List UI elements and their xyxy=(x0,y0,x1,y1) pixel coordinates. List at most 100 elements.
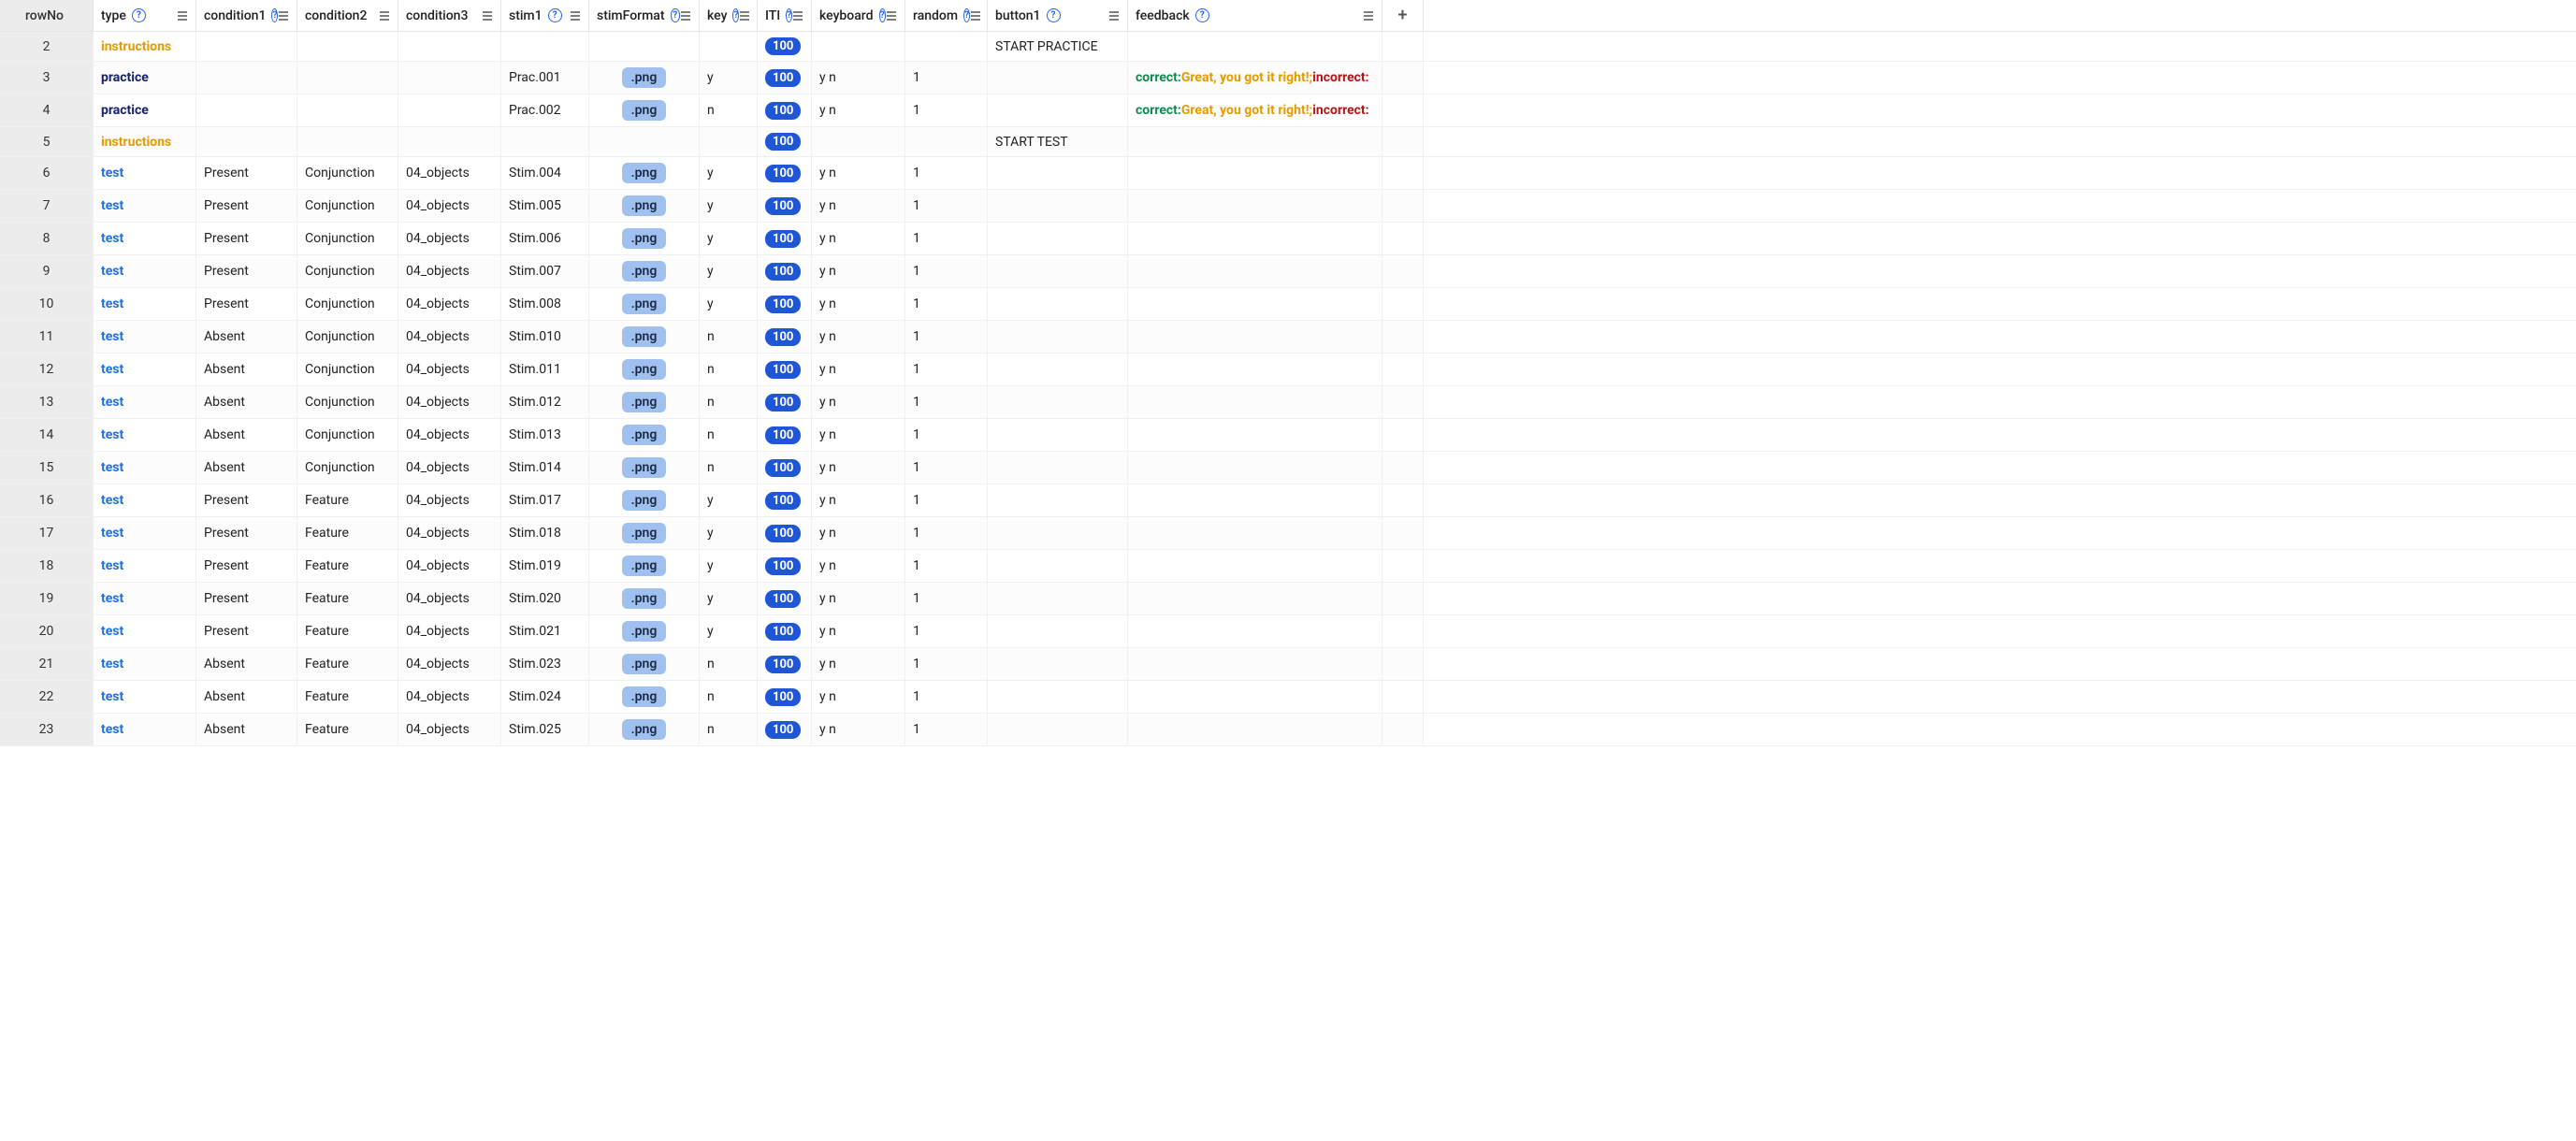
header-condition1[interactable]: condition1 ? xyxy=(196,0,297,31)
cell-keyboard[interactable] xyxy=(812,32,905,61)
table-row[interactable]: 7testPresentConjunction04_objectsStim.00… xyxy=(0,190,2576,223)
cell-type[interactable]: test xyxy=(94,550,196,582)
cell-trailing[interactable] xyxy=(1382,648,1424,680)
cell-key[interactable]: y xyxy=(700,615,758,647)
cell-iti[interactable]: 100 xyxy=(758,32,812,61)
cell-feedback[interactable] xyxy=(1128,648,1382,680)
cell-keyboard[interactable]: y n xyxy=(812,517,905,549)
cell-stim1[interactable]: Stim.007 xyxy=(501,255,589,287)
cell-condition2[interactable]: Conjunction xyxy=(297,255,398,287)
cell-rowno[interactable]: 5 xyxy=(0,127,94,156)
cell-stimformat[interactable]: .png xyxy=(589,255,700,287)
cell-feedback[interactable] xyxy=(1128,681,1382,713)
cell-rowno[interactable]: 21 xyxy=(0,648,94,680)
table-row[interactable]: 20testPresentFeature04_objectsStim.021.p… xyxy=(0,615,2576,648)
cell-keyboard[interactable]: y n xyxy=(812,386,905,418)
cell-iti[interactable]: 100 xyxy=(758,517,812,549)
column-menu-icon[interactable] xyxy=(680,10,691,22)
help-icon[interactable]: ? xyxy=(1195,8,1209,22)
cell-feedback[interactable] xyxy=(1128,157,1382,189)
help-icon[interactable]: ? xyxy=(879,8,887,22)
cell-key[interactable]: n xyxy=(700,354,758,385)
cell-condition3[interactable]: 04_objects xyxy=(398,452,501,484)
cell-type[interactable]: test xyxy=(94,681,196,713)
cell-rowno[interactable]: 16 xyxy=(0,484,94,516)
cell-random[interactable]: 1 xyxy=(905,419,988,451)
cell-key[interactable] xyxy=(700,127,758,156)
cell-rowno[interactable]: 19 xyxy=(0,583,94,614)
cell-key[interactable]: y xyxy=(700,255,758,287)
cell-button1[interactable] xyxy=(988,288,1128,320)
cell-rowno[interactable]: 23 xyxy=(0,714,94,745)
cell-stim1[interactable]: Stim.021 xyxy=(501,615,589,647)
cell-trailing[interactable] xyxy=(1382,681,1424,713)
column-menu-icon[interactable] xyxy=(970,10,981,22)
cell-random[interactable]: 1 xyxy=(905,94,988,126)
cell-feedback[interactable] xyxy=(1128,223,1382,254)
cell-key[interactable]: n xyxy=(700,681,758,713)
cell-rowno[interactable]: 2 xyxy=(0,32,94,61)
cell-type[interactable]: test xyxy=(94,419,196,451)
cell-condition2[interactable]: Feature xyxy=(297,615,398,647)
header-iti[interactable]: ITI ? xyxy=(758,0,812,31)
header-random[interactable]: random ? xyxy=(905,0,988,31)
table-row[interactable]: 4practicePrac.002.pngn100y n1correct:Gre… xyxy=(0,94,2576,127)
cell-keyboard[interactable]: y n xyxy=(812,94,905,126)
cell-stim1[interactable]: Stim.011 xyxy=(501,354,589,385)
cell-button1[interactable] xyxy=(988,321,1128,353)
cell-stim1[interactable]: Stim.024 xyxy=(501,681,589,713)
help-icon[interactable]: ? xyxy=(732,8,739,22)
cell-stim1[interactable]: Stim.023 xyxy=(501,648,589,680)
cell-keyboard[interactable]: y n xyxy=(812,419,905,451)
cell-type[interactable]: instructions xyxy=(94,127,196,156)
cell-stim1[interactable] xyxy=(501,127,589,156)
cell-button1[interactable]: START PRACTICE xyxy=(988,32,1128,61)
cell-button1[interactable] xyxy=(988,62,1128,94)
cell-button1[interactable] xyxy=(988,484,1128,516)
cell-condition2[interactable] xyxy=(297,32,398,61)
cell-iti[interactable]: 100 xyxy=(758,615,812,647)
cell-stim1[interactable]: Stim.019 xyxy=(501,550,589,582)
table-row[interactable]: 14testAbsentConjunction04_objectsStim.01… xyxy=(0,419,2576,452)
cell-keyboard[interactable]: y n xyxy=(812,714,905,745)
cell-key[interactable]: y xyxy=(700,583,758,614)
cell-key[interactable]: n xyxy=(700,452,758,484)
cell-button1[interactable] xyxy=(988,583,1128,614)
cell-button1[interactable] xyxy=(988,648,1128,680)
cell-rowno[interactable]: 10 xyxy=(0,288,94,320)
cell-keyboard[interactable]: y n xyxy=(812,681,905,713)
cell-feedback[interactable] xyxy=(1128,190,1382,222)
cell-condition2[interactable]: Feature xyxy=(297,484,398,516)
cell-iti[interactable]: 100 xyxy=(758,452,812,484)
cell-stimformat[interactable]: .png xyxy=(589,648,700,680)
cell-stim1[interactable]: Stim.004 xyxy=(501,157,589,189)
cell-condition2[interactable]: Conjunction xyxy=(297,288,398,320)
cell-condition3[interactable]: 04_objects xyxy=(398,550,501,582)
column-menu-icon[interactable] xyxy=(278,10,289,22)
cell-button1[interactable] xyxy=(988,517,1128,549)
cell-random[interactable]: 1 xyxy=(905,484,988,516)
cell-stim1[interactable]: Stim.013 xyxy=(501,419,589,451)
cell-random[interactable]: 1 xyxy=(905,714,988,745)
table-row[interactable]: 12testAbsentConjunction04_objectsStim.01… xyxy=(0,354,2576,386)
cell-trailing[interactable] xyxy=(1382,157,1424,189)
header-stimformat[interactable]: stimFormat ? xyxy=(589,0,700,31)
cell-random[interactable]: 1 xyxy=(905,321,988,353)
cell-random[interactable]: 1 xyxy=(905,648,988,680)
cell-iti[interactable]: 100 xyxy=(758,648,812,680)
header-button1[interactable]: button1 ? xyxy=(988,0,1128,31)
cell-iti[interactable]: 100 xyxy=(758,223,812,254)
cell-trailing[interactable] xyxy=(1382,419,1424,451)
cell-button1[interactable] xyxy=(988,386,1128,418)
cell-keyboard[interactable] xyxy=(812,127,905,156)
cell-condition1[interactable] xyxy=(196,127,297,156)
cell-trailing[interactable] xyxy=(1382,484,1424,516)
cell-trailing[interactable] xyxy=(1382,583,1424,614)
cell-random[interactable]: 1 xyxy=(905,223,988,254)
cell-trailing[interactable] xyxy=(1382,321,1424,353)
cell-stim1[interactable]: Stim.010 xyxy=(501,321,589,353)
cell-condition3[interactable] xyxy=(398,62,501,94)
header-key[interactable]: key ? xyxy=(700,0,758,31)
cell-condition1[interactable]: Present xyxy=(196,517,297,549)
header-condition3[interactable]: condition3 xyxy=(398,0,501,31)
